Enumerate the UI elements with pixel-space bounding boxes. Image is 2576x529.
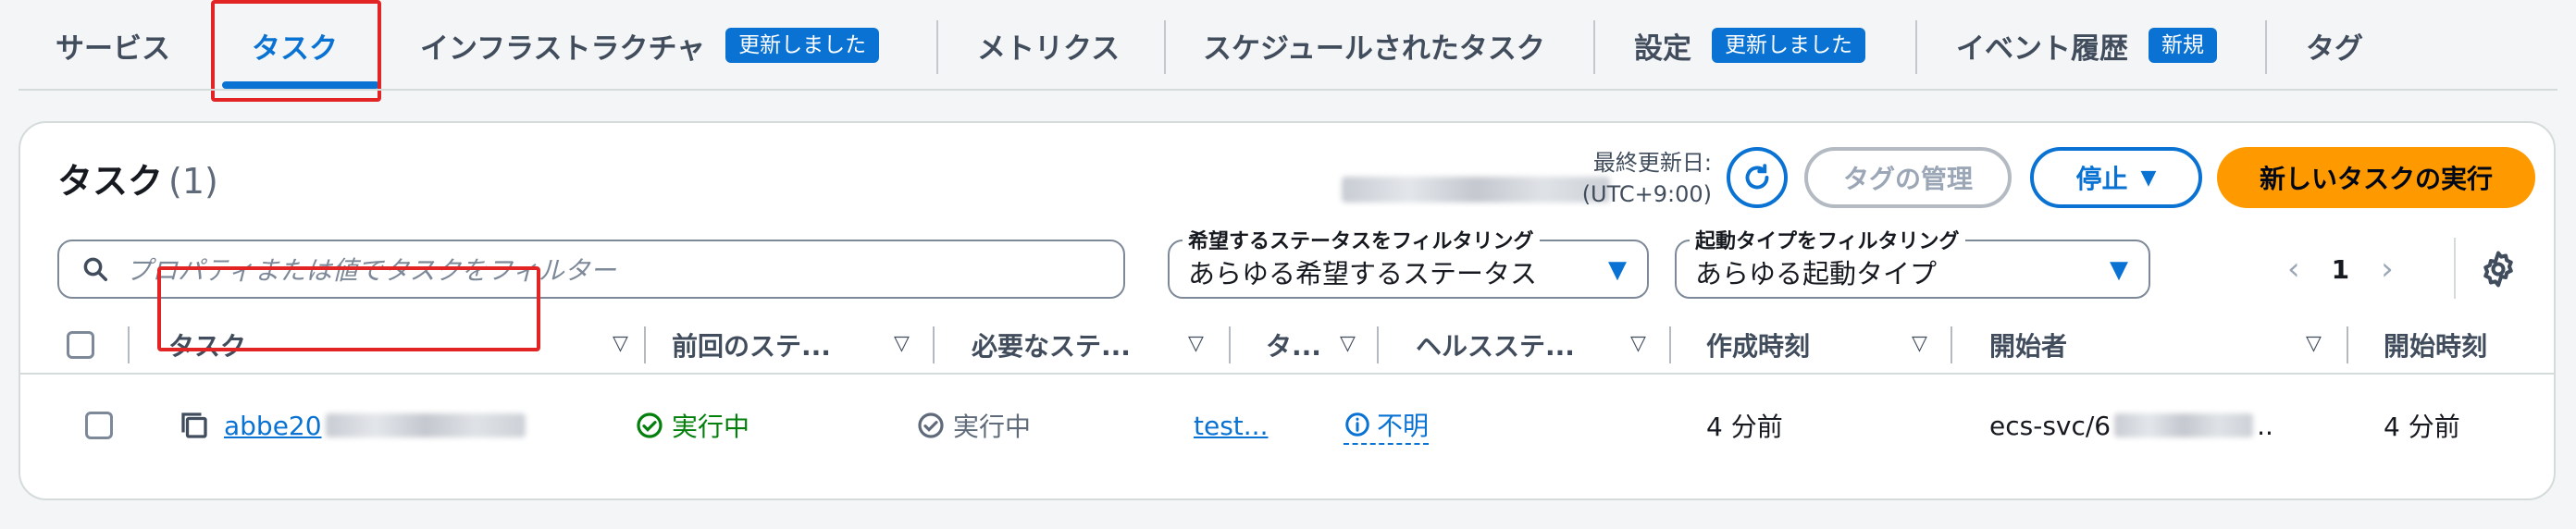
column-divider	[1669, 326, 1671, 363]
updated-badge: 更新しました	[725, 28, 880, 63]
tab-divider	[1164, 20, 1166, 74]
tab-tasks-highlight-box	[211, 0, 381, 102]
started-by-cell: ecs-svc/6 ..	[1989, 410, 2273, 441]
started-at-cell: 4 分前	[2384, 412, 2460, 442]
manage-tags-button[interactable]: タグの管理	[1804, 147, 2012, 208]
column-divider	[1377, 326, 1379, 363]
tab-infrastructure[interactable]: インフラストラクチャ 更新しました	[420, 0, 880, 91]
column-header-started-at[interactable]: 開始時刻	[2384, 315, 2487, 375]
sort-icon[interactable]: ▽	[1188, 332, 1204, 355]
column-divider	[933, 326, 935, 363]
select-all-checkbox[interactable]	[67, 331, 94, 359]
chevron-right-icon[interactable]: ›	[2381, 251, 2394, 288]
column-header-last-status[interactable]: 前回のステ...	[672, 315, 831, 375]
chevron-left-icon[interactable]: ‹	[2287, 251, 2300, 288]
check-circle-icon	[918, 412, 944, 438]
caret-down-icon: ▼	[2140, 166, 2157, 190]
started-by-redacted	[2114, 413, 2254, 437]
caret-down-icon: ▼	[1608, 256, 1627, 284]
sort-icon[interactable]: ▽	[1912, 332, 1927, 355]
launch-type-filter[interactable]: 起動タイプをフィルタリング あらゆる起動タイプ ▼	[1675, 225, 2150, 299]
run-new-task-button[interactable]: 新しいタスクの実行	[2217, 147, 2535, 208]
task-cell: abbe20	[178, 375, 526, 476]
task-row-highlight-box	[157, 266, 540, 351]
column-header-task-definition[interactable]: タ...	[1266, 315, 1321, 375]
task-count: (1)	[168, 161, 218, 202]
column-header-created-at[interactable]: 作成時刻	[1706, 315, 1810, 375]
task-id-link[interactable]: abbe20	[224, 411, 322, 441]
info-icon	[1345, 412, 1369, 437]
success-check-icon	[637, 412, 663, 438]
column-divider	[644, 326, 646, 363]
tab-tags[interactable]: タグ	[2306, 0, 2363, 91]
column-divider	[1951, 326, 1952, 363]
column-header-health-status[interactable]: ヘルスステ...	[1416, 315, 1575, 375]
updated-badge: 更新しました	[1712, 28, 1865, 63]
pagination-divider	[2454, 238, 2456, 299]
sort-icon[interactable]: ▽	[1630, 332, 1646, 355]
panel-title: タスク (1)	[57, 161, 218, 202]
tab-divider	[2265, 20, 2267, 74]
refresh-icon	[1745, 164, 1769, 190]
last-updated-timestamp-redacted	[1342, 177, 1610, 203]
tab-bar: サービス タスク インフラストラクチャ 更新しました メトリクス スケジュールさ…	[0, 0, 2576, 102]
task-id-redacted	[325, 413, 526, 437]
new-badge: 新規	[2149, 28, 2217, 63]
current-page-number[interactable]: 1	[2332, 254, 2349, 285]
last-updated-info: 最終更新日: (UTC+9:00)	[1581, 150, 1712, 207]
refresh-button[interactable]	[1727, 147, 1788, 208]
row-select-checkbox[interactable]	[85, 412, 113, 439]
tab-services[interactable]: サービス	[56, 0, 170, 91]
tab-metrics[interactable]: メトリクス	[977, 0, 1120, 91]
caret-down-icon: ▼	[2110, 256, 2128, 284]
search-icon	[83, 257, 107, 281]
column-divider	[128, 326, 130, 363]
column-divider	[1229, 326, 1231, 363]
column-header-started-by[interactable]: 開始者	[1989, 315, 2067, 375]
sort-icon[interactable]: ▽	[613, 332, 628, 355]
column-header-desired-status[interactable]: 必要なステ...	[972, 315, 1131, 375]
desired-status-filter[interactable]: 希望するステータスをフィルタリング あらゆる希望するステータス ▼	[1168, 225, 1649, 299]
health-status-popover-trigger[interactable]: 不明	[1344, 406, 1430, 445]
health-status-cell: 不明	[1344, 375, 1430, 476]
tab-divider	[1915, 20, 1917, 74]
tab-divider	[1593, 20, 1595, 74]
task-definition-link[interactable]: test...	[1194, 375, 1268, 476]
tabs-bottom-border	[19, 89, 2557, 91]
last-status-cell: 実行中	[635, 375, 749, 476]
sort-icon[interactable]: ▽	[894, 332, 910, 355]
table-row: abbe20 実行中 実行中 test... 不明 4 分前 ecs-svc/6…	[20, 375, 2554, 476]
copy-icon[interactable]	[178, 409, 211, 442]
gear-icon[interactable]	[2478, 249, 2519, 289]
sort-icon[interactable]: ▽	[1340, 332, 1356, 355]
sort-icon[interactable]: ▽	[2306, 332, 2322, 355]
tab-divider	[936, 20, 938, 74]
column-divider	[2347, 326, 2348, 363]
pagination: ‹ 1 ›	[2287, 240, 2394, 299]
created-at-cell: 4 分前	[1706, 412, 1783, 442]
stop-dropdown-button[interactable]: 停止 ▼	[2030, 147, 2202, 208]
tab-event-history[interactable]: イベント履歴 新規	[1956, 0, 2217, 91]
desired-status-cell: 実行中	[916, 375, 1031, 476]
tab-scheduled-tasks[interactable]: スケジュールされたタスク	[1203, 0, 1545, 91]
tab-settings[interactable]: 設定 更新しました	[1634, 0, 1865, 91]
